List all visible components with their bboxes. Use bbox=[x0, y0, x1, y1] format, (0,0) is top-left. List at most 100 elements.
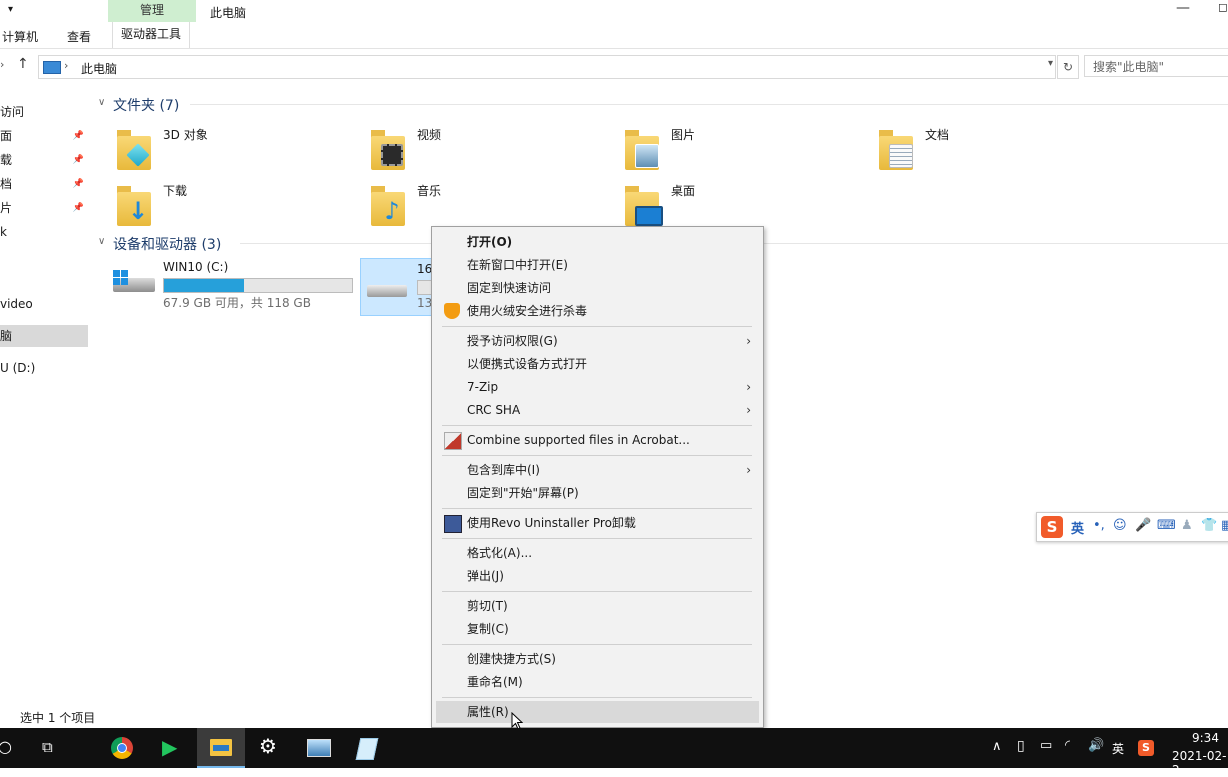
search-input[interactable]: 搜索"此电脑" bbox=[1084, 55, 1228, 77]
punctuation-icon[interactable]: •, bbox=[1093, 518, 1105, 533]
nav-item-drive-d[interactable]: U (D:) bbox=[0, 357, 88, 379]
context-menu-item[interactable]: 打开(O) bbox=[436, 231, 759, 253]
usb-device-icon[interactable]: ▯ bbox=[1017, 738, 1025, 754]
chrome-taskbar-button[interactable] bbox=[98, 728, 146, 768]
task-view-button[interactable]: ⧉ bbox=[28, 728, 76, 768]
address-bar[interactable]: › 此电脑 ▾ bbox=[38, 55, 1056, 79]
folder-pictures[interactable]: 图片 bbox=[625, 124, 865, 176]
pin-icon: 📌 bbox=[72, 179, 84, 189]
nav-item-documents[interactable]: 档 📌 bbox=[0, 173, 88, 195]
menu-separator bbox=[442, 455, 752, 456]
maximize-icon[interactable]: ◻ bbox=[1218, 0, 1228, 14]
volume-icon[interactable]: 🔊 bbox=[1088, 738, 1104, 753]
context-menu-item[interactable]: 使用Revo Uninstaller Pro卸载 bbox=[436, 512, 759, 534]
address-row: › ↑ › 此电脑 ▾ ↻ 搜索"此电脑" bbox=[0, 54, 1228, 80]
context-menu-item[interactable]: CRC SHA › bbox=[436, 399, 759, 421]
context-menu-item[interactable]: 以便携式设备方式打开 bbox=[436, 353, 759, 375]
nav-item-downloads[interactable]: 载 📌 bbox=[0, 149, 88, 171]
drive-usb-selected[interactable]: 16 13 bbox=[360, 258, 434, 316]
sogou-logo-icon[interactable]: S bbox=[1041, 516, 1063, 538]
file-explorer-taskbar-button[interactable] bbox=[197, 728, 245, 768]
folders-group-header[interactable]: 文件夹 (7) bbox=[113, 95, 179, 115]
context-menu-item[interactable]: 创建快捷方式(S) bbox=[436, 648, 759, 670]
folder-music[interactable]: ♪ 音乐 bbox=[371, 180, 611, 232]
folder-3d-objects[interactable]: 3D 对象 bbox=[117, 124, 357, 176]
menu-item-label: 7-Zip bbox=[467, 380, 499, 394]
drives-group-header[interactable]: 设备和驱动器 (3) bbox=[113, 234, 221, 254]
notepad-taskbar-button[interactable] bbox=[344, 728, 392, 768]
context-menu-item[interactable]: 固定到"开始"屏幕(P) bbox=[436, 482, 759, 504]
nav-item-video[interactable]: video bbox=[0, 293, 88, 315]
refresh-button[interactable]: ↻ bbox=[1057, 55, 1079, 79]
skin-shirt-icon[interactable]: 👕 bbox=[1201, 518, 1217, 533]
nav-item-k[interactable]: k bbox=[0, 221, 88, 243]
search-taskbar-button[interactable]: ○ bbox=[0, 728, 16, 768]
input-language-indicator[interactable]: 英 bbox=[1112, 740, 1124, 757]
play-icon: ▶ bbox=[162, 735, 178, 759]
context-menu: 打开(O) 在新窗口中打开(E) 固定到快速访问 使用火绒安全进行杀毒 授予访问权限(G… bbox=[431, 226, 764, 728]
microphone-icon[interactable]: 🎤 bbox=[1135, 518, 1151, 533]
context-menu-item[interactable]: 授予访问权限(G) › bbox=[436, 330, 759, 352]
group-divider bbox=[190, 104, 1228, 105]
clock-time[interactable]: 9:34 bbox=[1192, 731, 1219, 745]
pin-icon: 📌 bbox=[72, 155, 84, 165]
context-menu-item[interactable]: 包含到库中(I) › bbox=[436, 459, 759, 481]
navigation-pane: 访问 面 📌 载 📌 档 📌 片 📌 k video 脑 U (D:) bbox=[0, 95, 90, 705]
tab-computer[interactable]: 计算机 bbox=[2, 28, 38, 45]
context-menu-item[interactable]: 弹出(J) bbox=[436, 565, 759, 587]
drive-c[interactable]: WIN10 (C:) 67.9 GB 可用，共 118 GB bbox=[113, 260, 358, 314]
nav-item-pictures[interactable]: 片 📌 bbox=[0, 197, 88, 219]
taskbar: ○ ⧉ ▶ ⚙ ∧ ▯ ▭ ◜ 🔊 英 S 9:34 2021-02-2 bbox=[0, 728, 1228, 777]
context-menu-item[interactable]: 固定到快速访问 bbox=[436, 277, 759, 299]
back-icon[interactable]: › bbox=[0, 58, 4, 71]
chevron-up-icon[interactable]: ∧ bbox=[992, 739, 1002, 754]
submenu-arrow-icon: › bbox=[746, 334, 751, 348]
nav-item-quick-access[interactable]: 访问 bbox=[0, 101, 88, 123]
folder-downloads[interactable]: ↓ 下载 bbox=[117, 180, 357, 232]
battery-icon[interactable]: ▭ bbox=[1040, 738, 1052, 753]
tab-view[interactable]: 查看 bbox=[67, 28, 91, 45]
collapse-chevron-icon[interactable]: ∨ bbox=[98, 236, 105, 247]
huorong-shield-icon bbox=[444, 303, 460, 319]
up-arrow-icon[interactable]: ↑ bbox=[17, 56, 29, 72]
drive-tools-context-tab[interactable]: 管理 bbox=[108, 0, 196, 22]
folder-videos[interactable]: 视频 bbox=[371, 124, 611, 176]
context-menu-item[interactable]: 属性(R) bbox=[436, 701, 759, 723]
context-menu-item[interactable]: 剪切(T) bbox=[436, 595, 759, 617]
context-menu-item[interactable]: 复制(C) bbox=[436, 618, 759, 640]
tab-drive-tools[interactable]: 驱动器工具 bbox=[112, 22, 191, 48]
address-dropdown-icon[interactable]: ▾ bbox=[1048, 58, 1053, 69]
notepad-icon bbox=[355, 738, 379, 760]
keyboard-icon[interactable]: ⌨ bbox=[1157, 518, 1176, 533]
menu-item-label: 授予访问权限(G) bbox=[467, 334, 558, 348]
settings-taskbar-button[interactable]: ⚙ bbox=[246, 728, 294, 768]
photos-taskbar-button[interactable] bbox=[295, 728, 343, 768]
context-menu-item[interactable]: 格式化(A)... bbox=[436, 542, 759, 564]
context-menu-item[interactable]: Combine supported files in Acrobat... bbox=[436, 429, 759, 451]
title-bar: ▾ 管理 此电脑 — ◻ bbox=[0, 0, 1228, 22]
desktop-folder-icon bbox=[625, 186, 663, 226]
context-menu-item[interactable]: 使用火绒安全进行杀毒 bbox=[436, 300, 759, 322]
ime-mode-toggle[interactable]: 英 bbox=[1071, 518, 1084, 537]
folder-desktop[interactable]: 桌面 bbox=[625, 180, 865, 232]
folder-documents[interactable]: 文档 bbox=[879, 124, 1119, 176]
emoji-icon[interactable]: ☺ bbox=[1113, 518, 1127, 533]
downloads-folder-icon: ↓ bbox=[117, 186, 151, 226]
nav-item-this-pc[interactable]: 脑 bbox=[0, 325, 88, 347]
breadcrumb-chevron-icon[interactable]: › bbox=[64, 59, 68, 72]
network-icon[interactable]: ◜ bbox=[1065, 738, 1070, 753]
context-menu-item[interactable]: 7-Zip › bbox=[436, 376, 759, 398]
user-icon[interactable]: ♟ bbox=[1181, 518, 1193, 533]
media-player-taskbar-button[interactable]: ▶ bbox=[148, 728, 196, 768]
clock-date[interactable]: 2021-02-2 bbox=[1172, 749, 1228, 777]
minimize-icon[interactable]: — bbox=[1176, 0, 1190, 16]
quick-access-dropdown-icon[interactable]: ▾ bbox=[8, 4, 13, 15]
sogou-tray-icon[interactable]: S bbox=[1138, 740, 1154, 756]
context-menu-item[interactable]: 重命名(M) bbox=[436, 671, 759, 693]
music-folder-icon: ♪ bbox=[371, 186, 405, 226]
nav-item-desktop[interactable]: 面 📌 bbox=[0, 125, 88, 147]
toolbox-icon[interactable]: ▦ bbox=[1221, 518, 1228, 533]
context-menu-item[interactable]: 在新窗口中打开(E) bbox=[436, 254, 759, 276]
menu-item-label: 在新窗口中打开(E) bbox=[467, 258, 568, 272]
collapse-chevron-icon[interactable]: ∨ bbox=[98, 97, 105, 108]
